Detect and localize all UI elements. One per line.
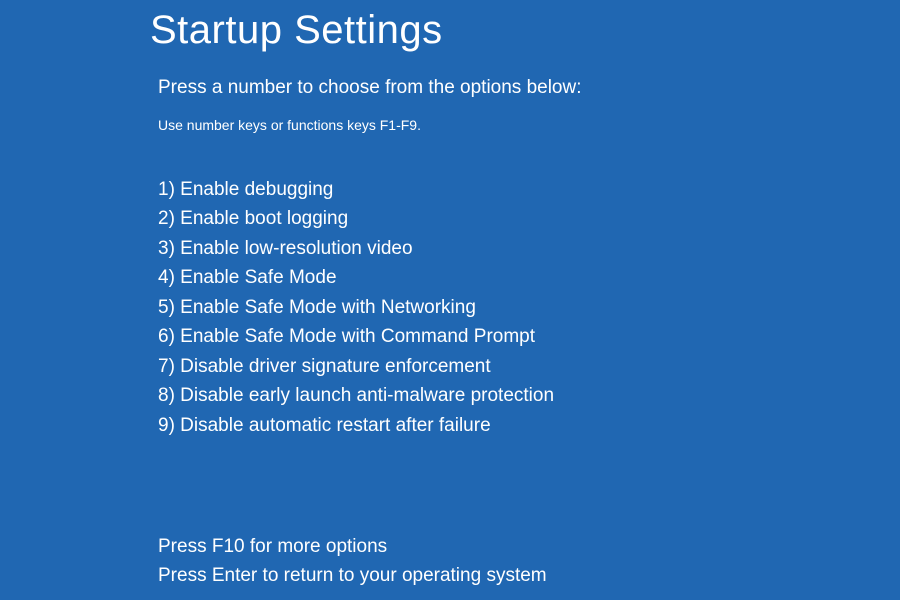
option-3-low-res-video[interactable]: 3) Enable low-resolution video xyxy=(158,234,900,263)
option-5-safe-mode-networking[interactable]: 5) Enable Safe Mode with Networking xyxy=(158,293,900,322)
startup-options-list: 1) Enable debugging 2) Enable boot loggi… xyxy=(158,175,900,440)
option-2-boot-logging[interactable]: 2) Enable boot logging xyxy=(158,204,900,233)
instruction-subtitle: Press a number to choose from the option… xyxy=(158,77,900,99)
option-7-disable-driver-sig[interactable]: 7) Disable driver signature enforcement xyxy=(158,352,900,381)
option-1-debugging[interactable]: 1) Enable debugging xyxy=(158,175,900,204)
page-title: Startup Settings xyxy=(150,8,900,53)
content-container: Press a number to choose from the option… xyxy=(150,77,900,591)
more-options-hint: Press F10 for more options xyxy=(158,532,900,561)
option-4-safe-mode[interactable]: 4) Enable Safe Mode xyxy=(158,263,900,292)
return-hint: Press Enter to return to your operating … xyxy=(158,561,900,590)
key-hint: Use number keys or functions keys F1-F9. xyxy=(158,117,900,133)
option-8-disable-antimalware[interactable]: 8) Disable early launch anti-malware pro… xyxy=(158,381,900,410)
option-6-safe-mode-cmd[interactable]: 6) Enable Safe Mode with Command Prompt xyxy=(158,322,900,351)
option-9-disable-auto-restart[interactable]: 9) Disable automatic restart after failu… xyxy=(158,411,900,440)
